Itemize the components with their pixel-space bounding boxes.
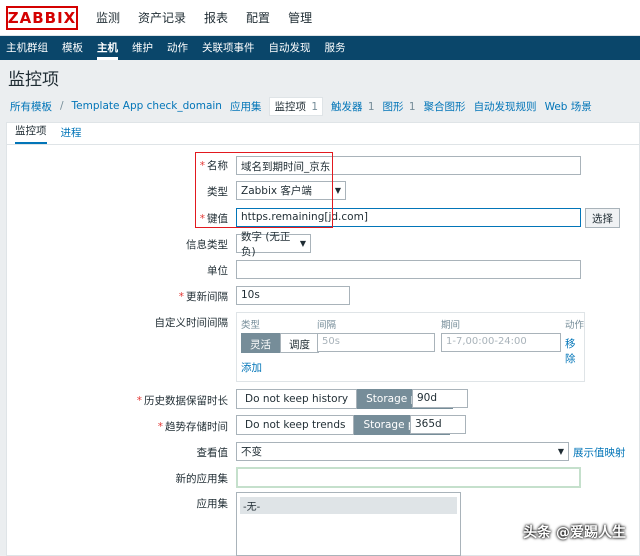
type-label: 类型 [207,186,228,198]
key-label: * 键值 [200,211,228,226]
subnav-services[interactable]: 服务 [325,36,346,60]
menu-reports[interactable]: 报表 [202,9,230,26]
chevron-down-icon: ▼ [557,447,564,456]
name-input[interactable]: 域名到期时间_京东 [236,156,581,175]
interval-label-text: 更新间隔 [186,291,228,303]
page-title: 监控项 [8,69,59,90]
menu-configuration[interactable]: 配置 [244,9,272,26]
select-key-button[interactable]: 选择 [585,208,620,228]
subnav-hosts[interactable]: 主机 [97,36,118,60]
new-app-label: 新的应用集 [175,473,229,485]
remove-link[interactable]: 移除 [565,336,584,366]
required-asterisk: * [199,213,205,225]
custom-col-interval: 间隔 [317,320,337,331]
form-tabs: 监控项 进程 [7,123,639,145]
breadcrumb-items-label: 监控项 [274,100,306,113]
breadcrumb-graphs-count: 1 [408,100,416,113]
menu-administration[interactable]: 管理 [286,9,314,26]
tab-item[interactable]: 监控项 [15,123,47,144]
trends-label: * 趋势存储时间 [158,419,228,434]
show-value-select-value: 不变 [241,446,262,458]
show-value-mappings-link[interactable]: 展示值映射 [573,445,626,460]
breadcrumb-discovery-rules[interactable]: 自动发现规则 [474,99,537,114]
custom-type-toggle: 灵活 调度 [241,333,319,353]
breadcrumb-graphs-label: 图形 [382,100,404,113]
breadcrumb-web-scenarios[interactable]: Web 场景 [545,99,592,114]
show-value-select[interactable]: 不变 ▼ [236,442,569,461]
custom-interval-label: 自定义时间间隔 [154,317,229,329]
subnav-actions[interactable]: 动作 [167,36,188,60]
add-link[interactable]: 添加 [241,360,262,375]
interval-input[interactable]: 10s [236,286,350,305]
key-label-text: 键值 [207,213,228,225]
breadcrumb-template[interactable]: Template App check_domain [72,100,222,112]
history-no-keep-option[interactable]: Do not keep history [236,389,358,409]
menu-inventory[interactable]: 资产记录 [136,9,188,26]
subnav-templates[interactable]: 模板 [62,36,83,60]
interval-label: * 更新间隔 [179,289,228,304]
trends-input[interactable]: 365d [410,415,466,434]
breadcrumb-all-templates[interactable]: 所有模板 [10,99,52,114]
custom-col-action: 动作 [565,320,585,331]
breadcrumb-triggers-count: 1 [367,100,375,113]
units-label: 单位 [207,265,228,277]
type-select[interactable]: Zabbix 客户端 ▼ [236,181,346,200]
breadcrumb: 所有模板 / Template App check_domain 应用集 监控项… [6,94,634,118]
name-label-text: 名称 [207,160,228,172]
required-asterisk: * [157,421,163,433]
units-input[interactable] [236,260,581,279]
subnav-correlation[interactable]: 关联项事件 [202,36,255,60]
required-asterisk: * [199,160,205,172]
custom-interval-table: 类型 间隔 期间 动作 灵活 调度 50s 1-7,00:00-24:00 移除… [236,312,585,382]
new-app-input[interactable] [236,467,581,488]
breadcrumb-triggers[interactable]: 触发器 1 [331,99,375,114]
top-header: ZABBIX 监测 资产记录 报表 配置 管理 [0,0,640,36]
watermark: 头条 @爱踢人生 [523,525,626,541]
custom-interval-input[interactable]: 50s [317,333,435,352]
trends-no-keep-option[interactable]: Do not keep trends [236,415,355,435]
custom-period-input[interactable]: 1-7,00:00-24:00 [441,333,561,352]
breadcrumb-screens[interactable]: 聚合图形 [424,99,466,114]
required-asterisk: * [136,395,142,407]
zabbix-logo[interactable]: ZABBIX [6,5,78,30]
history-label: * 历史数据保留时长 [137,393,228,408]
scheduling-option[interactable]: 调度 [280,333,319,353]
custom-col-period: 期间 [441,320,461,331]
applications-listbox[interactable]: -无- [236,492,461,556]
subnav-maintenance[interactable]: 维护 [132,36,153,60]
breadcrumb-items-count: 1 [311,100,318,113]
type-select-value: Zabbix 客户端 [241,185,312,197]
menu-monitoring[interactable]: 监测 [94,9,122,26]
info-type-label: 信息类型 [186,239,228,251]
top-menu: 监测 资产记录 报表 配置 管理 [94,9,314,26]
info-type-select-value: 数字 (无正负) [241,230,291,258]
info-type-select[interactable]: 数字 (无正负) ▼ [236,231,311,258]
trends-label-text: 趋势存储时间 [165,421,228,433]
breadcrumb-items[interactable]: 监控项 1 [269,96,323,116]
key-input[interactable]: https.remaining[jd.com] [236,208,581,227]
subnav-host-groups[interactable]: 主机群组 [6,36,48,60]
custom-col-type: 类型 [241,320,261,331]
breadcrumb-separator: / [60,100,64,112]
flexible-option[interactable]: 灵活 [241,333,280,353]
subnav-discovery[interactable]: 自动发现 [269,36,311,60]
history-label-text: 历史数据保留时长 [144,395,228,407]
chevron-down-icon: ▼ [299,239,306,248]
breadcrumb-graphs[interactable]: 图形 1 [383,99,416,114]
application-option-none[interactable]: -无- [240,497,457,514]
applications-label: 应用集 [196,498,229,510]
show-value-label: 查看值 [196,447,229,459]
name-label: * 名称 [200,158,228,173]
history-input[interactable]: 90d [412,389,468,408]
breadcrumb-applications[interactable]: 应用集 [230,99,262,114]
sub-nav: 主机群组 模板 主机 维护 动作 关联项事件 自动发现 服务 [0,36,640,60]
tab-preprocessing[interactable]: 进程 [61,125,82,144]
breadcrumb-triggers-label: 触发器 [331,100,363,113]
required-asterisk: * [178,291,184,303]
chevron-down-icon: ▼ [334,186,341,195]
